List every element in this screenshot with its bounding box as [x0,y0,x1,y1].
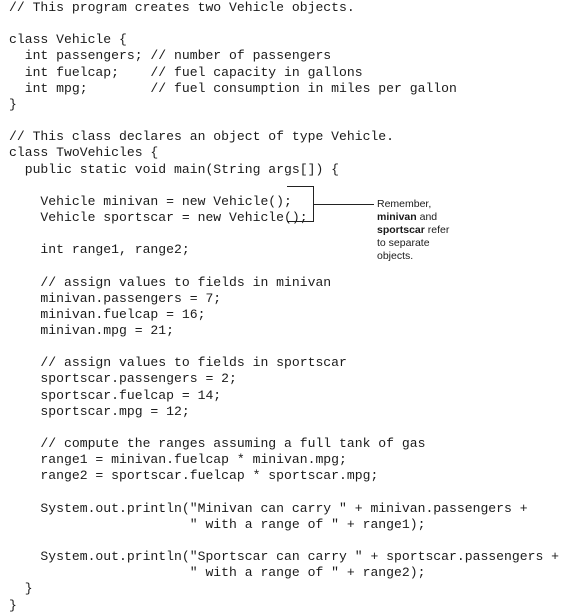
code-line: // compute the ranges assuming a full ta… [9,436,426,452]
code-line: // This program creates two Vehicle obje… [9,0,355,15]
code-line: class Vehicle { [9,32,127,48]
code-line: minivan.passengers = 7; [9,290,222,306]
callout-bracket [287,186,314,222]
code-line: } [9,581,33,597]
code-line: public static void main(String args[]) { [9,161,340,177]
callout-connector-line [313,204,374,205]
code-line: // This class declares an object of type… [9,129,395,145]
callout-line-5: objects. [377,250,414,262]
code-line: System.out.println("Minivan can carry " … [9,500,528,516]
callout-line-3-rest: refer [424,224,450,236]
code-line: " with a range of " + range2); [9,565,426,581]
code-line: // assign values to fields in minivan [9,274,332,290]
code-line: Vehicle sportscar = new Vehicle(); [9,209,308,225]
callout-line-3: sportscar refer [377,224,497,237]
callout-line-1: Remember, [377,198,432,210]
code-line: class TwoVehicles { [9,145,159,161]
code-line: sportscar.fuelcap = 14; [9,387,222,403]
code-line: int fuelcap; // fuel capacity in gallons [9,64,363,80]
code-line: Vehicle minivan = new Vehicle(); [9,193,292,209]
code-line: " with a range of " + range1); [9,516,426,532]
callout-keyword-minivan: minivan [377,211,417,223]
code-line: range2 = sportscar.fuelcap * sportscar.m… [9,468,379,484]
callout-line-4: to separate [377,237,430,249]
code-line: } [9,597,17,613]
callout-keyword-sportscar: sportscar [377,224,425,236]
code-line: // assign values to fields in sportscar [9,355,347,371]
code-line: minivan.fuelcap = 16; [9,306,206,322]
callout-line-2: minivan and [377,211,497,224]
code-line: sportscar.passengers = 2; [9,371,237,387]
code-line: sportscar.mpg = 12; [9,403,190,419]
callout-line-2-rest: and [416,211,438,223]
code-line: } [9,96,17,112]
code-line: int mpg; // fuel consumption in miles pe… [9,80,457,96]
code-line: minivan.mpg = 21; [9,323,175,338]
code-line: int passengers; // number of passengers [9,48,332,64]
code-listing: // This program creates two Vehicle obje… [0,0,566,613]
code-line: System.out.println("Sportscar can carry … [9,549,560,565]
callout-note: Remember, minivan and sportscar refer to… [377,198,497,263]
code-line: int range1, range2; [9,242,190,258]
code-line: range1 = minivan.fuelcap * minivan.mpg; [9,452,347,468]
